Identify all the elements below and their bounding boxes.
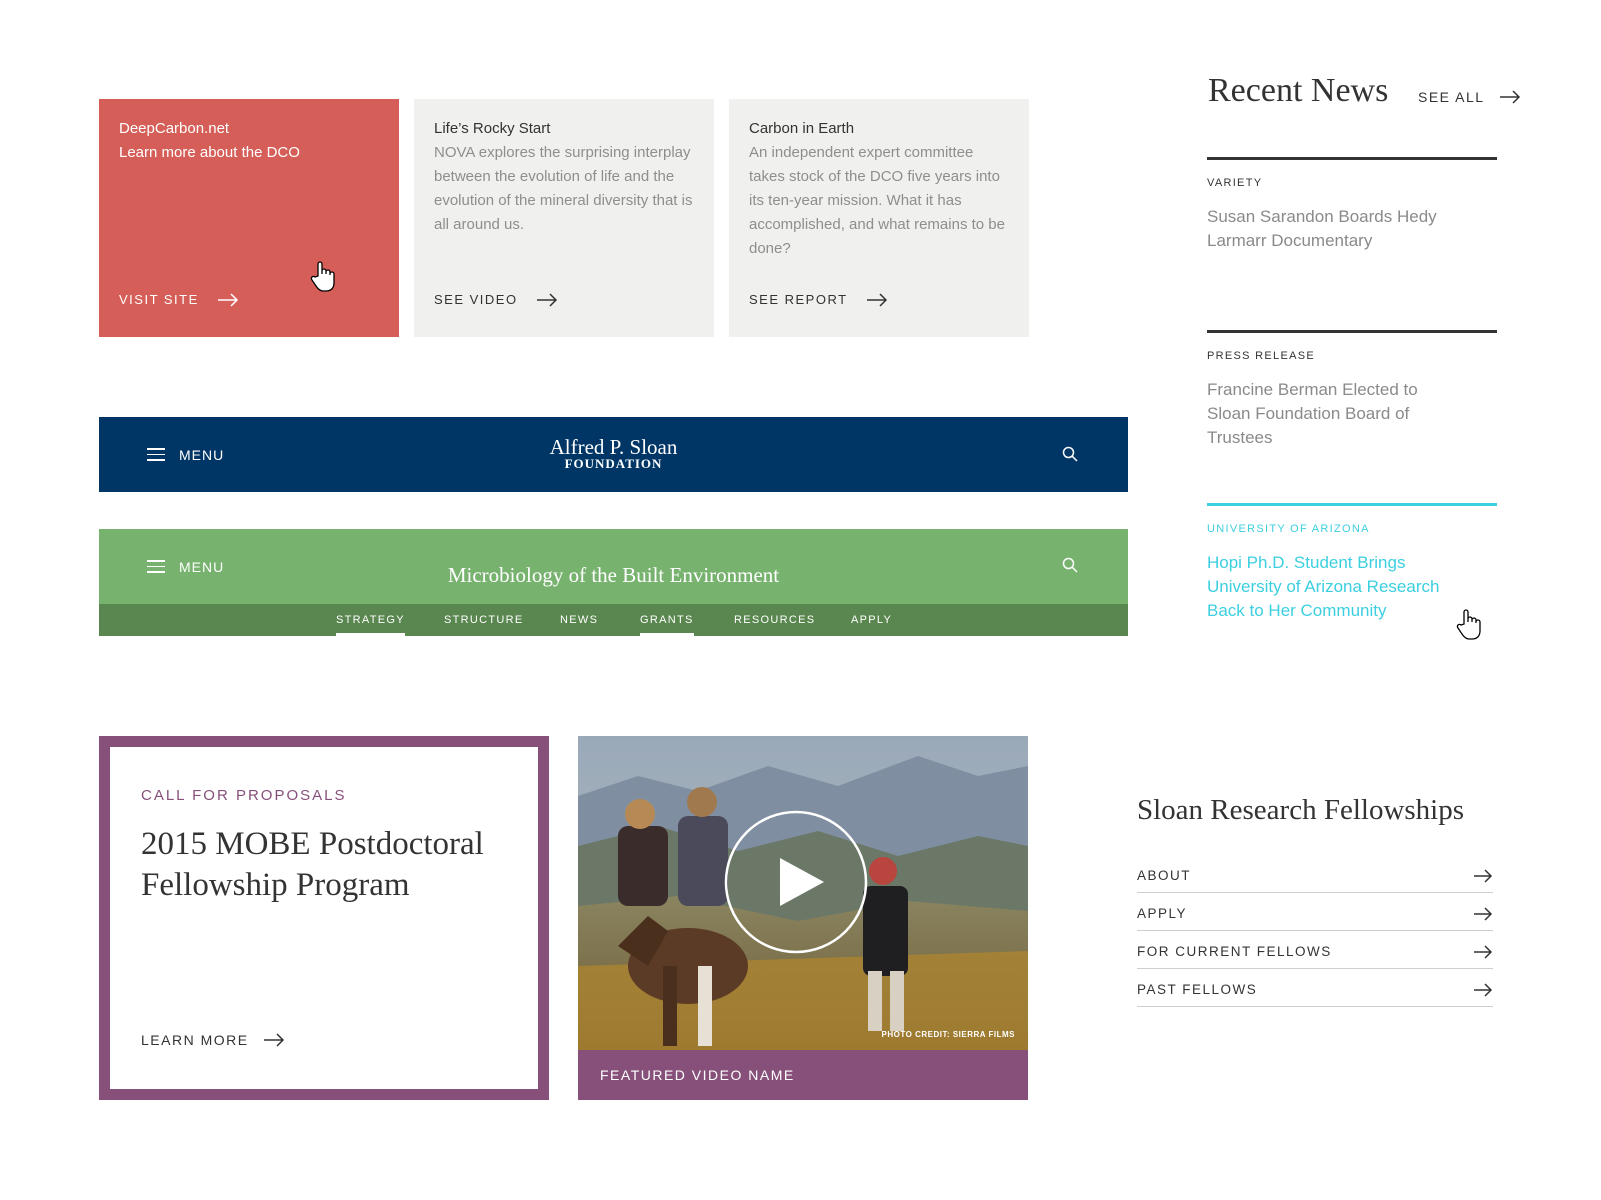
card-description: Learn more about the DCO <box>119 144 300 161</box>
learn-more-link[interactable]: LEARN MORE <box>141 1032 285 1048</box>
arrow-right-icon <box>1474 944 1493 959</box>
news-headline[interactable]: Francine Berman Elected to Sloan Foundat… <box>1207 378 1447 450</box>
video-caption[interactable]: FEATURED VIDEO NAME <box>578 1050 1028 1100</box>
featured-video[interactable]: PHOTO CREDIT: SIERRA FILMS FEATURED VIDE… <box>578 736 1028 1100</box>
fellowship-link-current-fellows[interactable]: FOR CURRENT FELLOWS <box>1137 931 1493 969</box>
news-source: VARIETY <box>1207 177 1263 189</box>
see-report-link[interactable]: SEE REPORT <box>749 292 888 307</box>
subnav-item-grants[interactable]: GRANTS <box>640 604 694 636</box>
see-all-label: SEE ALL <box>1418 89 1485 105</box>
hand-cursor-icon <box>1456 609 1481 640</box>
fellowships-list: ABOUT APPLY FOR CURRENT FELLOWS PAST FEL… <box>1137 855 1493 1007</box>
logo-line-2: FOUNDATION <box>564 456 663 471</box>
arrow-right-icon <box>1499 90 1520 104</box>
card-lifes-rocky-start[interactable]: Life’s Rocky Start NOVA explores the sur… <box>414 99 714 337</box>
arrow-right-icon <box>866 292 887 307</box>
call-for-proposals-card[interactable]: CALL FOR PROPOSALS 2015 MOBE Postdoctora… <box>99 736 549 1100</box>
photo-credit: PHOTO CREDIT: SIERRA FILMS <box>881 1030 1015 1039</box>
arrow-right-icon <box>217 292 238 307</box>
logo-line-1: Alfred P. Sloan <box>549 435 678 459</box>
fellowships-title: Sloan Research Fellowships <box>1137 794 1465 826</box>
see-all-link[interactable]: SEE ALL <box>1418 89 1521 105</box>
sloan-nav-bar: MENU Alfred P. Sloan FOUNDATION <box>99 417 1128 492</box>
card-description: NOVA explores the surprising interplay b… <box>434 144 693 233</box>
fellowship-link-label: PAST FELLOWS <box>1137 982 1258 997</box>
card-description: An independent expert committee takes st… <box>749 144 1005 257</box>
play-icon[interactable] <box>724 810 868 954</box>
arrow-right-icon <box>1474 868 1493 883</box>
fellowship-link-apply[interactable]: APPLY <box>1137 893 1493 931</box>
cfp-title: 2015 MOBE Postdoctoral Fellowship Progra… <box>141 826 484 903</box>
news-item[interactable]: PRESS RELEASE Francine Berman Elected to… <box>1207 330 1497 450</box>
cfp-label: CALL FOR PROPOSALS <box>141 787 347 804</box>
site-title[interactable]: Microbiology of the Built Environment <box>99 563 1128 588</box>
subnav-item-apply[interactable]: APPLY <box>851 604 892 636</box>
visit-site-label: VISIT SITE <box>119 292 199 307</box>
news-headline[interactable]: Susan Sarandon Boards Hedy Larmarr Docum… <box>1207 205 1447 253</box>
see-video-label: SEE VIDEO <box>434 292 518 307</box>
fellowship-link-label: APPLY <box>1137 906 1188 921</box>
arrow-right-icon <box>1474 906 1493 921</box>
fellowship-link-past-fellows[interactable]: PAST FELLOWS <box>1137 969 1493 1007</box>
arrow-right-icon <box>1474 982 1493 997</box>
subnav-item-strategy[interactable]: STRATEGY <box>336 604 405 636</box>
recent-news-title: Recent News <box>1208 72 1389 109</box>
search-icon[interactable] <box>1062 557 1078 573</box>
arrow-right-icon <box>536 292 557 307</box>
arrow-right-icon <box>263 1033 284 1047</box>
video-thumbnail[interactable]: PHOTO CREDIT: SIERRA FILMS <box>578 736 1028 1050</box>
news-source: PRESS RELEASE <box>1207 350 1315 362</box>
card-carbon-in-earth[interactable]: Carbon in Earth An independent expert co… <box>729 99 1029 337</box>
news-source: UNIVERSITY OF ARIZONA <box>1207 523 1370 535</box>
news-item[interactable]: UNIVERSITY OF ARIZONA Hopi Ph.D. Student… <box>1207 503 1497 623</box>
card-title: Life’s Rocky Start <box>434 120 551 137</box>
sloan-logo[interactable]: Alfred P. Sloan FOUNDATION <box>99 437 1128 471</box>
news-item[interactable]: VARIETY Susan Sarandon Boards Hedy Larma… <box>1207 157 1497 253</box>
visit-site-link[interactable]: VISIT SITE <box>119 292 239 307</box>
subnav-item-resources[interactable]: RESOURCES <box>734 604 815 636</box>
card-deepcarbon[interactable]: DeepCarbon.net Learn more about the DCO … <box>99 99 399 337</box>
card-title: DeepCarbon.net <box>119 120 230 137</box>
fellowship-link-about[interactable]: ABOUT <box>1137 855 1493 893</box>
see-report-label: SEE REPORT <box>749 292 848 307</box>
learn-more-label: LEARN MORE <box>141 1032 249 1048</box>
search-icon[interactable] <box>1062 446 1078 462</box>
fellowship-link-label: FOR CURRENT FELLOWS <box>1137 944 1332 959</box>
mobe-nav-bar: MENU Microbiology of the Built Environme… <box>99 529 1128 604</box>
card-title: Carbon in Earth <box>749 120 855 137</box>
mobe-subnav: STRATEGY STRUCTURE NEWS GRANTS RESOURCES… <box>99 604 1128 636</box>
hand-cursor-icon <box>310 261 335 292</box>
news-headline[interactable]: Hopi Ph.D. Student Brings University of … <box>1207 551 1447 623</box>
see-video-link[interactable]: SEE VIDEO <box>434 292 558 307</box>
subnav-item-structure[interactable]: STRUCTURE <box>444 604 524 636</box>
fellowship-link-label: ABOUT <box>1137 868 1192 883</box>
subnav-item-news[interactable]: NEWS <box>560 604 598 636</box>
